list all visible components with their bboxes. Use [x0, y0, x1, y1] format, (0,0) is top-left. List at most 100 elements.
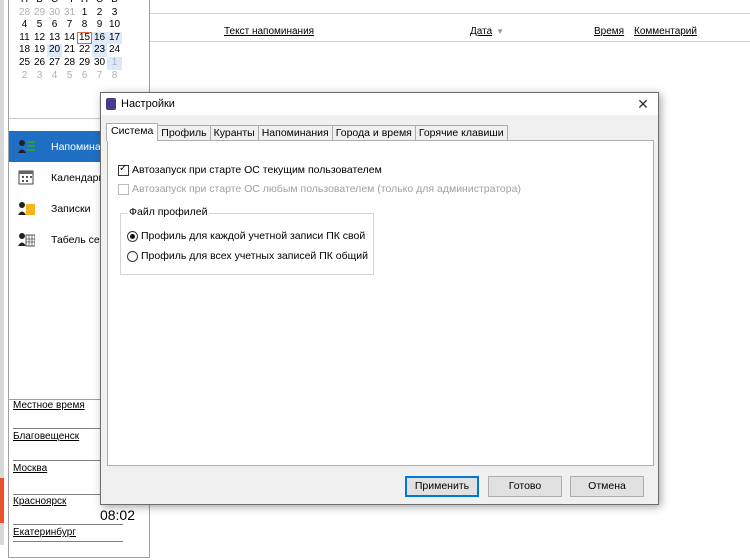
tab-reminders[interactable]: Напоминания	[257, 125, 333, 141]
reminders-table-header: Текст напоминания Дата ▼ Время Комментари…	[150, 26, 750, 42]
timezone-divider	[13, 524, 123, 525]
tab-cities-time[interactable]: Города и время	[331, 125, 416, 141]
timezone-name: Местное время	[13, 400, 85, 411]
calendar-week-row: 28 29 30 31 1 2 3	[9, 7, 149, 20]
column-header-time[interactable]: Время	[594, 26, 624, 37]
calendar-day[interactable]: 17	[107, 31, 122, 45]
calendar-day[interactable]: 29	[32, 7, 47, 20]
calendar-day[interactable]: 10	[107, 19, 122, 32]
timezone-name: Екатеринбург	[13, 527, 76, 538]
weekday-label: Ч	[62, 0, 77, 7]
calendar-day[interactable]: 14	[62, 32, 77, 45]
calendar-week-row: 25 26 27 28 29 30 1	[9, 56, 149, 70]
calendar-day[interactable]: 27	[47, 57, 62, 70]
column-header-date-label: Дата	[470, 26, 493, 37]
calendar-day[interactable]: 6	[77, 70, 92, 83]
calendar-day[interactable]: 25	[17, 57, 32, 70]
done-button[interactable]: Готово	[488, 476, 562, 497]
calendar-week-row: 2345678	[9, 70, 149, 83]
tab-system[interactable]: Система	[106, 123, 159, 141]
column-header-date[interactable]: Дата ▼	[470, 26, 504, 37]
calendar-day[interactable]: 23	[92, 44, 107, 57]
sidebar-item-label: Напомина	[51, 140, 101, 153]
profile-per-account-radio[interactable]: Профиль для каждой учетной записи ПК сво…	[127, 230, 365, 242]
calendar-day[interactable]: 20	[47, 44, 62, 57]
apply-button[interactable]: Применить	[405, 476, 479, 497]
column-header-comment[interactable]: Комментарий	[634, 26, 697, 37]
calendar-day[interactable]: 4	[47, 70, 62, 83]
dialog-titlebar[interactable]: Настройки ✕	[101, 93, 658, 115]
calendar-day[interactable]: 6	[47, 19, 62, 32]
calendar-day[interactable]: 7	[92, 70, 107, 83]
calendar-day[interactable]: 30	[92, 57, 107, 70]
calendar-day[interactable]: 1	[77, 7, 92, 20]
timezone-name: Благовещенск	[13, 431, 80, 442]
calendar-day[interactable]: 19	[32, 44, 47, 57]
radio-dot	[127, 250, 138, 262]
calendar-day[interactable]: 1	[107, 56, 122, 70]
calendar-week-row: 4 5 6 7 8 9 10	[9, 19, 149, 32]
calendar-day[interactable]: 21	[62, 44, 77, 57]
calendar-day[interactable]: 3	[107, 7, 122, 20]
calendar-day[interactable]: 5	[32, 19, 47, 32]
autostart-current-user-checkbox[interactable]: Автозапуск при старте ОС текущим пользов…	[118, 163, 382, 176]
tab-chimes[interactable]: Куранты	[209, 125, 259, 141]
weekday-label: П	[17, 0, 32, 7]
header-divider	[150, 13, 750, 14]
timezone-time: 08:02	[99, 507, 135, 523]
calendar-day[interactable]: 11	[17, 32, 32, 45]
left-window-edge	[0, 0, 4, 545]
calendar-day[interactable]: 26	[32, 57, 47, 70]
calendar-day[interactable]: 24	[107, 44, 122, 57]
weekday-label: С	[92, 0, 107, 7]
radio-label: Профиль для всех учетных записей ПК общи…	[141, 250, 369, 262]
sidebar-item-label: Табель сес	[51, 233, 106, 246]
calendar-day[interactable]: 28	[62, 57, 77, 70]
calendar-day[interactable]: 16	[92, 31, 107, 45]
tab-profile[interactable]: Профиль	[157, 125, 211, 141]
calendar-day[interactable]: 30	[47, 7, 62, 20]
dialog-title: Настройки	[121, 98, 175, 110]
radio-label: Профиль для каждой учетной записи ПК сво…	[141, 230, 366, 242]
autostart-any-user-checkbox[interactable]: Автозапуск при старте ОС любым пользоват…	[118, 183, 521, 195]
checkbox-label: Автозапуск при старте ОС любым пользоват…	[132, 183, 521, 195]
calendar-day[interactable]: 7	[62, 19, 77, 32]
column-header-text[interactable]: Текст напоминания	[224, 26, 314, 37]
cancel-button[interactable]: Отмена	[570, 476, 644, 497]
calendar-week-row: 11 12 13 14 15 16 17	[9, 31, 149, 45]
calendar-day[interactable]: 4	[17, 19, 32, 32]
calendar-day[interactable]: 8	[77, 19, 92, 32]
calendar-day[interactable]: 2	[92, 7, 107, 20]
profile-shared-radio[interactable]: Профиль для всех учетных записей ПК общи…	[127, 250, 368, 262]
timezone-divider	[13, 541, 123, 542]
calendar-day[interactable]: 28	[17, 7, 32, 20]
calendar-day[interactable]: 8	[107, 70, 122, 83]
calendar-day[interactable]: 12	[32, 32, 47, 45]
calendar-day[interactable]: 9	[92, 19, 107, 32]
calendar-day[interactable]: 13	[47, 32, 62, 45]
mini-calendar: ПВСЧПСВ 28293031123456789101112131415161…	[9, 0, 149, 82]
checkbox-box	[118, 163, 129, 176]
settings-tabs: Система Профиль Куранты Напоминания Горо…	[106, 123, 508, 141]
calendar-day[interactable]: 2	[17, 70, 32, 83]
system-tab-panel: Автозапуск при старте ОС текущим пользов…	[107, 140, 654, 466]
tab-hotkeys[interactable]: Горячие клавиши	[414, 125, 508, 141]
weekday-label: В	[107, 0, 122, 7]
checkbox-label: Автозапуск при старте ОС текущим пользов…	[132, 164, 382, 176]
calendar-grid-icon	[17, 170, 35, 186]
calendar-day[interactable]: 22	[77, 44, 92, 57]
sidebar-item-label: Календарь	[51, 171, 104, 184]
notes-icon	[17, 201, 35, 217]
reminder-list-icon	[17, 139, 35, 155]
calendar-day[interactable]: 18	[17, 44, 32, 57]
close-icon[interactable]: ✕	[634, 95, 652, 113]
calendar-day[interactable]: 29	[77, 57, 92, 70]
weekday-label: С	[47, 0, 62, 7]
app-icon	[106, 98, 116, 110]
timezone-name: Москва	[13, 463, 48, 474]
calendar-day[interactable]: 31	[62, 7, 77, 20]
sidebar-item-label: Записки	[51, 202, 91, 215]
calendar-day[interactable]: 3	[32, 70, 47, 83]
calendar-day-today[interactable]: 15	[77, 31, 92, 45]
calendar-day[interactable]: 5	[62, 70, 77, 83]
